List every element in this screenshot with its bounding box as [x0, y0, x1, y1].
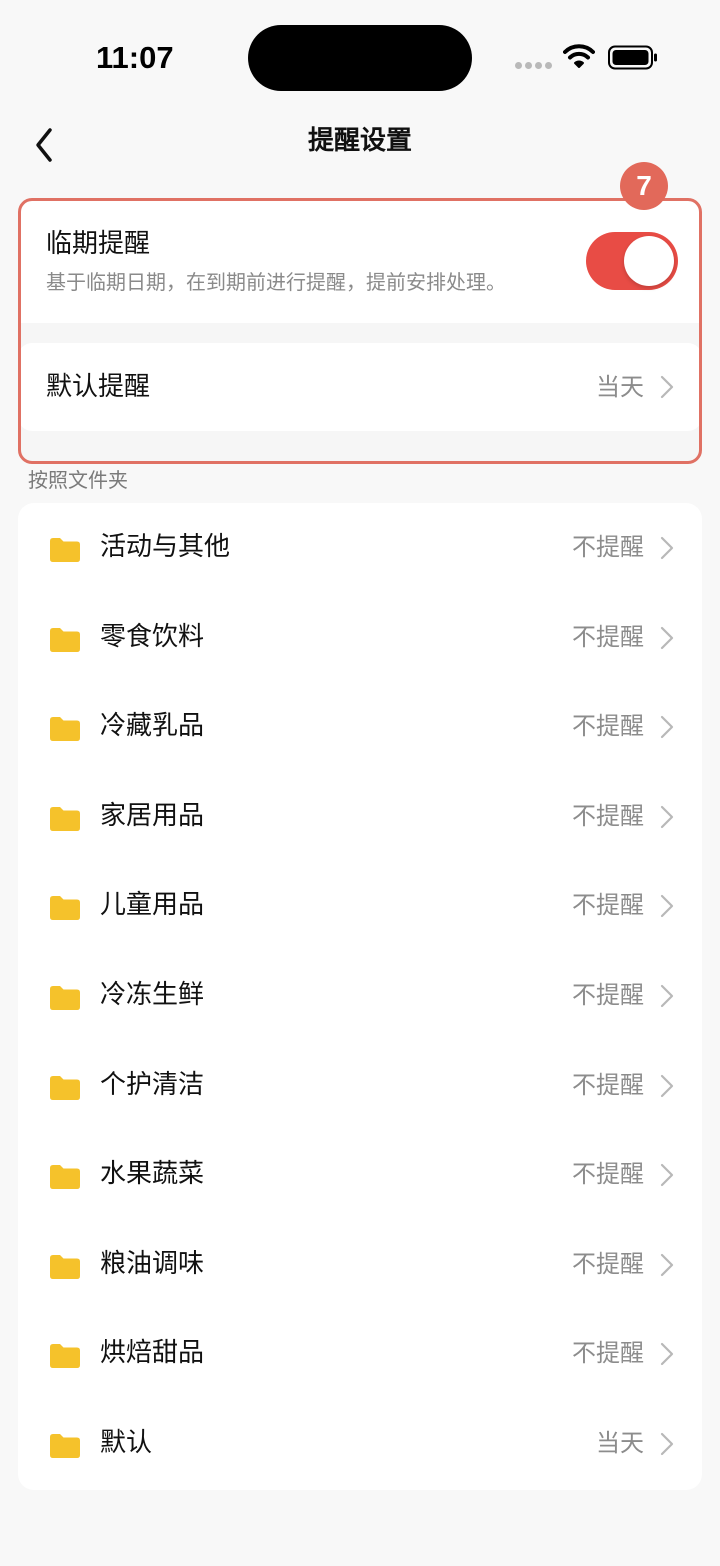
- folder-reminder-value: 不提醒: [572, 1070, 644, 1099]
- folder-reminder-value: 不提醒: [572, 981, 644, 1009]
- folder-name: 个护清洁: [100, 1069, 205, 1100]
- expiry-reminder-card: 临期提醒 基于临期日期，在到期前进行提醒，提前安排处理。 默认提醒 当天: [18, 198, 702, 462]
- folder-reminder-value: 不提醒: [572, 533, 644, 561]
- folder-icon: [50, 806, 80, 831]
- folder-row[interactable]: 家居用品 不提醒: [18, 772, 702, 862]
- dynamic-island: [248, 25, 472, 91]
- folder-icon: [50, 1075, 80, 1100]
- folder-icon: [50, 1254, 80, 1279]
- status-time: 11:07: [96, 40, 174, 75]
- chevron-right-icon: [660, 716, 674, 739]
- folder-reminder-value: 当天: [596, 1429, 644, 1457]
- folder-name: 冷藏乳品: [100, 711, 205, 742]
- chevron-right-icon: [660, 536, 674, 560]
- folder-icon: [50, 896, 80, 921]
- folder-row[interactable]: 烘焙甜品 不提醒: [18, 1309, 702, 1399]
- folder-icon: [50, 538, 80, 562]
- folder-reminder-value: 不提醒: [572, 1160, 644, 1189]
- folder-list-card: 活动与其他 不提醒 零食饮料 不提醒 冷藏乳品 不提醒 家居用品 不提醒 儿童用品 不提醒 冷冻生鲜…: [18, 503, 702, 1490]
- chevron-right-icon: [660, 626, 674, 649]
- folder-row[interactable]: 个护清洁 不提醒: [18, 1041, 702, 1131]
- wifi-icon: [563, 44, 595, 68]
- chevron-right-icon: [660, 805, 674, 828]
- folder-icon: [50, 627, 80, 652]
- folder-row[interactable]: 冷冻生鲜 不提醒: [18, 951, 702, 1041]
- folder-name: 默认: [100, 1428, 153, 1458]
- folder-row[interactable]: 活动与其他 不提醒: [18, 503, 702, 593]
- folder-row[interactable]: 粮油调味 不提醒: [18, 1220, 702, 1310]
- folder-name: 烘焙甜品: [100, 1338, 205, 1369]
- folder-name: 活动与其他: [100, 532, 231, 562]
- folder-icon: [50, 1165, 80, 1190]
- folder-reminder-value: 不提醒: [572, 712, 644, 741]
- folder-name: 家居用品: [100, 800, 205, 831]
- home-indicator-area: [0, 1490, 720, 1566]
- folder-name: 水果蔬菜: [100, 1159, 205, 1190]
- default-reminder-label: 默认提醒: [46, 372, 151, 402]
- default-reminder-row[interactable]: 默认提醒 当天: [18, 343, 702, 431]
- folder-icon: [50, 1434, 80, 1458]
- expiry-reminder-toggle[interactable]: [586, 232, 678, 290]
- folder-reminder-value: 不提醒: [572, 1339, 644, 1368]
- chevron-right-icon: [660, 1343, 674, 1366]
- status-bar: 11:07: [0, 0, 720, 110]
- folder-row[interactable]: 默认 当天: [18, 1399, 702, 1489]
- chevron-right-icon: [660, 1164, 674, 1187]
- folder-reminder-value: 不提醒: [572, 801, 644, 830]
- chevron-right-icon: [660, 375, 674, 399]
- folder-icon: [50, 1344, 80, 1369]
- default-reminder-value: 当天: [596, 373, 644, 401]
- folder-row[interactable]: 水果蔬菜 不提醒: [18, 1130, 702, 1220]
- folder-name: 粮油调味: [100, 1248, 205, 1279]
- chevron-right-icon: [660, 1253, 674, 1276]
- expiry-reminder-row: 临期提醒 基于临期日期，在到期前进行提醒，提前安排处理。: [18, 198, 702, 323]
- expiry-reminder-title: 临期提醒: [46, 229, 151, 259]
- folder-row[interactable]: 零食饮料 不提醒: [18, 593, 702, 683]
- folder-name: 零食饮料: [100, 621, 205, 652]
- expiry-reminder-description: 基于临期日期，在到期前进行提醒，提前安排处理。: [46, 270, 506, 294]
- folder-reminder-value: 不提醒: [572, 622, 644, 651]
- chevron-right-icon: [660, 895, 674, 918]
- chevron-right-icon: [660, 1074, 674, 1097]
- folder-reminder-value: 不提醒: [572, 1249, 644, 1278]
- toggle-knob: [624, 236, 674, 286]
- chevron-right-icon: [660, 1432, 674, 1456]
- section-label-folders: 按照文件夹: [28, 468, 128, 492]
- nav-bar: 提醒设置: [0, 110, 720, 172]
- battery-icon: [608, 45, 657, 70]
- chevron-right-icon: [660, 984, 674, 1008]
- folder-name: 冷冻生鲜: [100, 980, 205, 1010]
- folder-icon: [50, 717, 80, 742]
- page-title: 提醒设置: [307, 126, 412, 156]
- step-badge: 7: [620, 162, 668, 210]
- folder-row[interactable]: 冷藏乳品 不提醒: [18, 682, 702, 772]
- folder-icon: [50, 986, 80, 1010]
- folder-reminder-value: 不提醒: [572, 891, 644, 920]
- folder-name: 儿童用品: [100, 890, 205, 921]
- folder-row[interactable]: 儿童用品 不提醒: [18, 861, 702, 951]
